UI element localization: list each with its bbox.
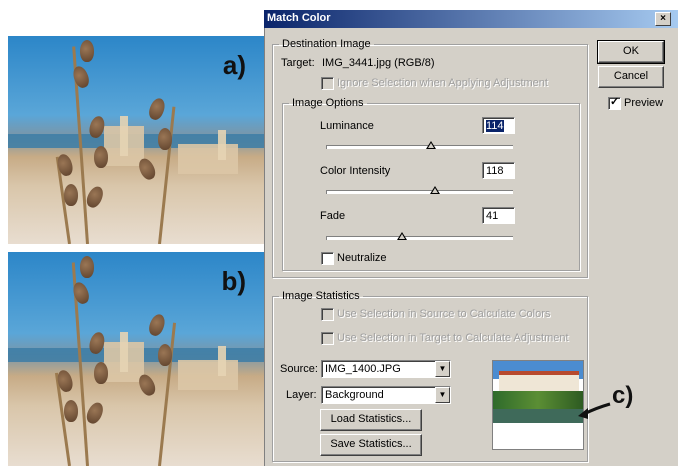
- color-intensity-label: Color Intensity: [320, 165, 391, 177]
- fade-label: Fade: [320, 210, 346, 222]
- ignore-selection-label: Ignore Selection when Applying Adjustmen…: [337, 77, 548, 89]
- source-thumbnail: [492, 360, 584, 450]
- label-c: c): [612, 382, 634, 409]
- layer-select[interactable]: Background ▼: [321, 386, 451, 404]
- fade-slider-thumb[interactable]: [397, 232, 407, 240]
- luminance-input[interactable]: 114: [482, 117, 515, 134]
- target-label: Target:: [281, 57, 315, 69]
- fade-input[interactable]: 41: [482, 207, 515, 224]
- ignore-selection-checkbox[interactable]: [321, 77, 334, 90]
- label-b: b): [221, 266, 246, 296]
- use-target-selection-checkbox[interactable]: [321, 332, 334, 345]
- close-icon[interactable]: ×: [655, 12, 671, 26]
- fade-slider-track[interactable]: [326, 236, 513, 240]
- save-statistics-button[interactable]: Save Statistics...: [320, 434, 422, 456]
- luminance-value: 114: [486, 120, 504, 132]
- photo-before: a): [8, 36, 264, 244]
- target-value: IMG_3441.jpg (RGB/8): [322, 57, 435, 69]
- image-statistics-legend: Image Statistics: [282, 290, 360, 302]
- neutralize-label: Neutralize: [337, 252, 387, 264]
- layer-value: Background: [325, 389, 384, 401]
- callout-arrow-icon: [578, 402, 611, 419]
- ok-button[interactable]: OK: [597, 40, 665, 64]
- label-a: a): [222, 50, 246, 80]
- use-source-selection-label: Use Selection in Source to Calculate Col…: [337, 308, 551, 320]
- source-select[interactable]: IMG_1400.JPG ▼: [321, 360, 451, 378]
- image-options-legend: Image Options: [292, 97, 364, 109]
- source-value: IMG_1400.JPG: [325, 363, 401, 375]
- destination-legend: Destination Image: [282, 38, 371, 50]
- fade-value: 41: [486, 210, 499, 222]
- preview-label: Preview: [624, 97, 664, 109]
- use-target-selection-label: Use Selection in Target to Calculate Adj…: [337, 332, 569, 344]
- neutralize-checkbox[interactable]: [321, 252, 334, 265]
- chevron-down-icon[interactable]: ▼: [435, 387, 450, 403]
- photo-after: b): [8, 252, 264, 466]
- use-source-selection-checkbox[interactable]: [321, 308, 334, 321]
- preview-checkbox[interactable]: ✓: [608, 96, 621, 110]
- dialog-titlebar[interactable]: Match Color ×: [264, 10, 678, 28]
- cancel-button[interactable]: Cancel: [598, 66, 664, 88]
- load-statistics-button[interactable]: Load Statistics...: [320, 409, 422, 431]
- luminance-slider-track[interactable]: [326, 145, 513, 149]
- dialog-title: Match Color: [267, 12, 331, 24]
- layer-label: Layer:: [286, 389, 317, 401]
- chevron-down-icon[interactable]: ▼: [435, 361, 450, 377]
- luminance-slider-thumb[interactable]: [426, 141, 436, 149]
- color-intensity-slider-thumb[interactable]: [430, 186, 440, 194]
- source-label: Source:: [280, 363, 318, 375]
- luminance-label: Luminance: [320, 120, 374, 132]
- color-intensity-slider-track[interactable]: [326, 190, 513, 194]
- color-intensity-input[interactable]: 118: [482, 162, 515, 179]
- color-intensity-value: 118: [486, 165, 504, 177]
